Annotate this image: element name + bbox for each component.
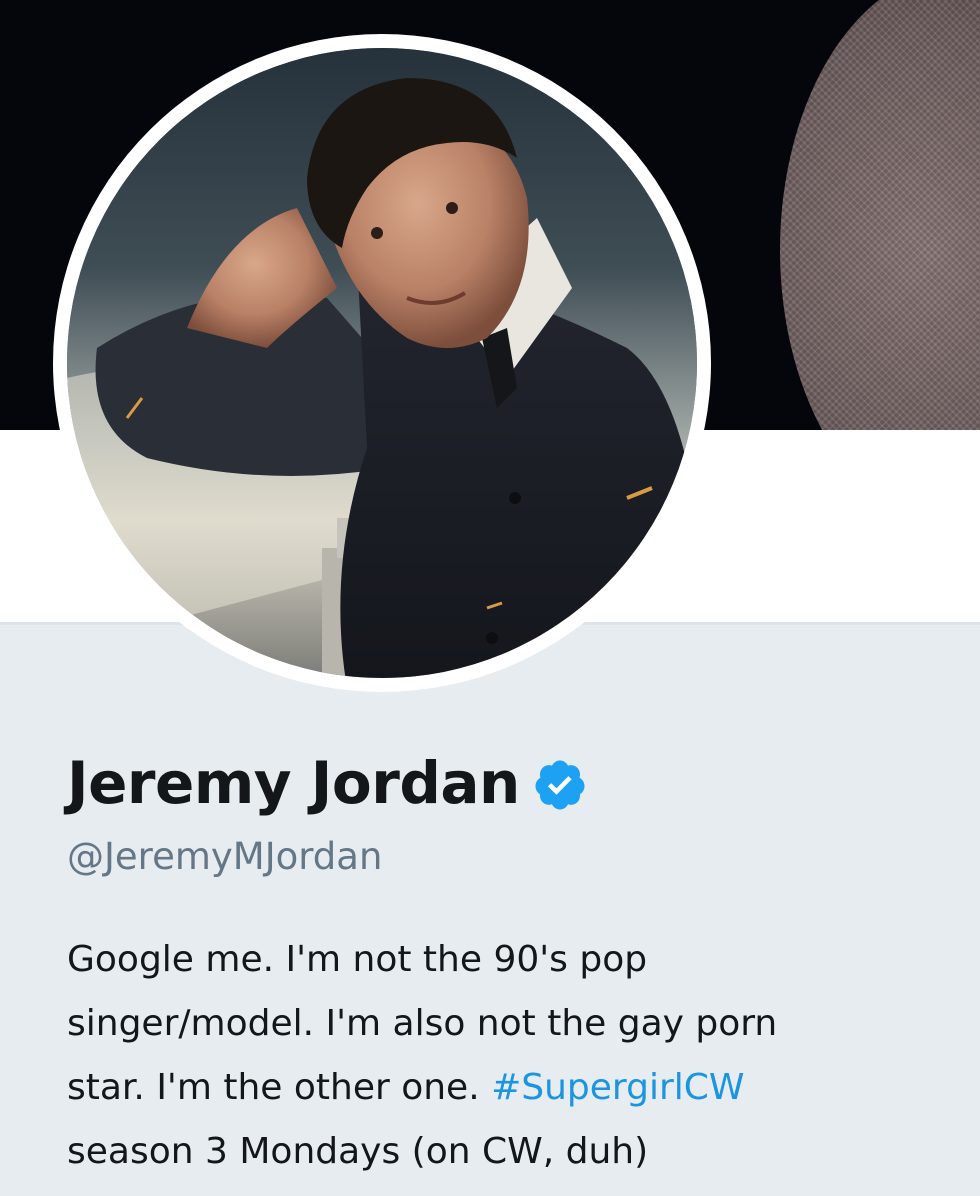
profile-name[interactable]: Jeremy Jordan — [67, 748, 588, 818]
bio-line: season 3 Mondays (on CW, duh) — [67, 1131, 649, 1172]
profile-bio: Google me. I'm not the 90's pop singer/m… — [67, 928, 947, 1184]
profile-handle[interactable]: @JeremyMJordan — [67, 832, 382, 882]
profile-name-text[interactable]: Jeremy Jordan — [67, 748, 520, 818]
bio-line: star. I'm the other one. #SupergirlCW — [67, 1056, 947, 1120]
avatar-photo — [67, 48, 697, 678]
profile-avatar[interactable] — [53, 34, 711, 692]
bio-line: singer/model. I'm also not the gay porn — [67, 1003, 778, 1044]
verified-badge-icon — [532, 757, 588, 813]
banner-image-detail — [780, 0, 980, 430]
bio-line-text: star. I'm the other one. — [67, 1067, 492, 1108]
hashtag-link[interactable]: #SupergirlCW — [491, 1067, 744, 1108]
avatar-photo-art — [67, 48, 697, 678]
bio-line: Google me. I'm not the 90's pop — [67, 939, 648, 980]
